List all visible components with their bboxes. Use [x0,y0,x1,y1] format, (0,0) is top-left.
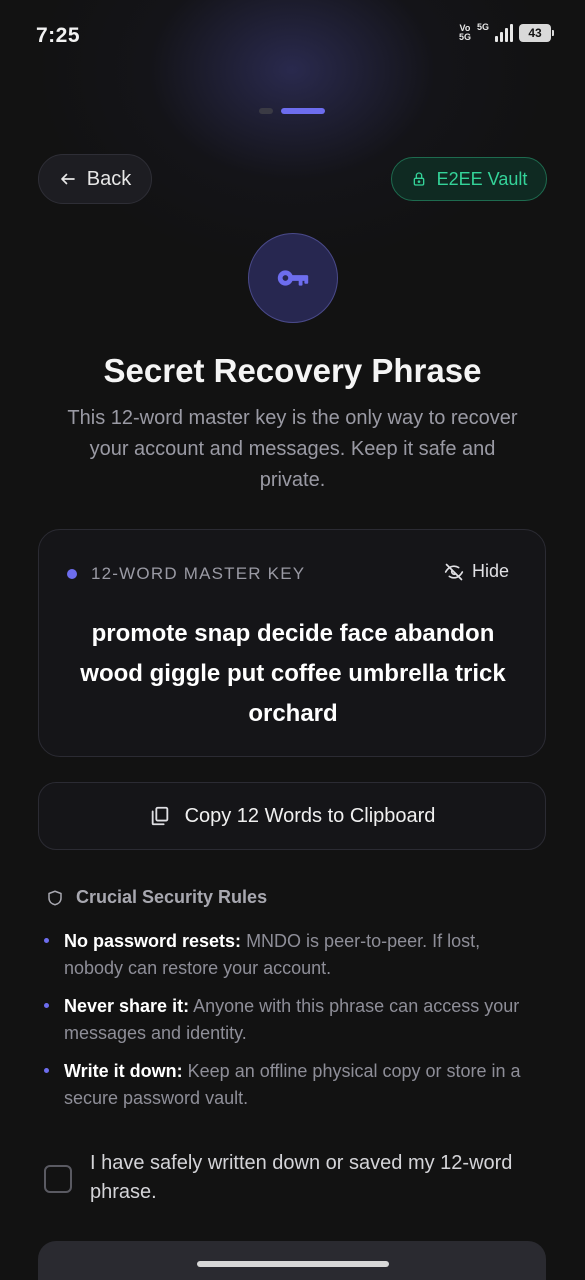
copy-phrase-button[interactable]: Copy 12 Words to Clipboard [38,782,546,850]
status-bar: 7:25 Vo 5G 5G 43 [0,0,585,70]
phrase-card: 12-WORD MASTER KEY Hide promote snap dec… [38,529,546,757]
recovery-phrase-screen: 7:25 Vo 5G 5G 43 Back E2EE Vault Secret … [0,0,585,1280]
battery-icon: 43 [519,24,554,42]
back-button-label: Back [86,167,132,190]
vault-badge-label: E2EE Vault [436,168,528,189]
shield-icon [48,890,62,905]
phrase-card-header: 12-WORD MASTER KEY [67,564,305,584]
hide-button-label: Hide [471,561,509,581]
recovery-phrase-text: promote snap decide face abandon wood gi… [80,620,506,727]
rule-title: No password resets: [64,931,242,951]
page-dot-1 [259,108,273,114]
key-badge [248,233,338,323]
volte-icon: Vo 5G [458,23,471,42]
confirm-label: I have safely written down or saved my 1… [90,1152,513,1203]
home-indicator[interactable] [197,1261,389,1267]
rule-item: No password resets: MNDO is peer-to-peer… [44,928,524,982]
security-rules-heading: Crucial Security Rules [46,887,267,908]
rule-item: Never share it: Anyone with this phrase … [44,993,524,1047]
e2ee-vault-badge: E2EE Vault [391,157,547,201]
page-indicator [259,108,325,114]
page-dot-2-active [281,108,325,114]
status-time: 7:25 [36,24,81,47]
signal-icon [495,24,513,42]
security-rules-list: No password resets: MNDO is peer-to-peer… [44,928,524,1123]
rule-title: Never share it: [64,996,190,1016]
status-icons: Vo 5G 5G 43 [458,22,554,42]
arrow-left-icon [60,173,75,185]
rule-item: Write it down: Keep an offline physical … [44,1058,524,1112]
rule-title: Write it down: [64,1061,183,1081]
rules-heading-label: Crucial Security Rules [76,887,268,907]
phrase-card-label: 12-WORD MASTER KEY [91,564,306,583]
key-icon [277,270,309,286]
network-type: 5G [476,22,489,32]
page-subtitle: This 12-word master key is the only way … [67,407,518,491]
confirm-checkbox[interactable] [44,1165,72,1193]
page-title: Secret Recovery Phrase [103,352,482,389]
confirm-row[interactable]: I have safely written down or saved my 1… [44,1149,534,1207]
copy-button-label: Copy 12 Words to Clipboard [184,804,436,827]
eye-off-icon [444,563,464,580]
status-dot [67,569,77,579]
hide-phrase-button[interactable]: Hide [444,561,509,582]
copy-icon [151,806,168,826]
back-button[interactable]: Back [38,154,152,204]
lock-icon [413,172,424,186]
